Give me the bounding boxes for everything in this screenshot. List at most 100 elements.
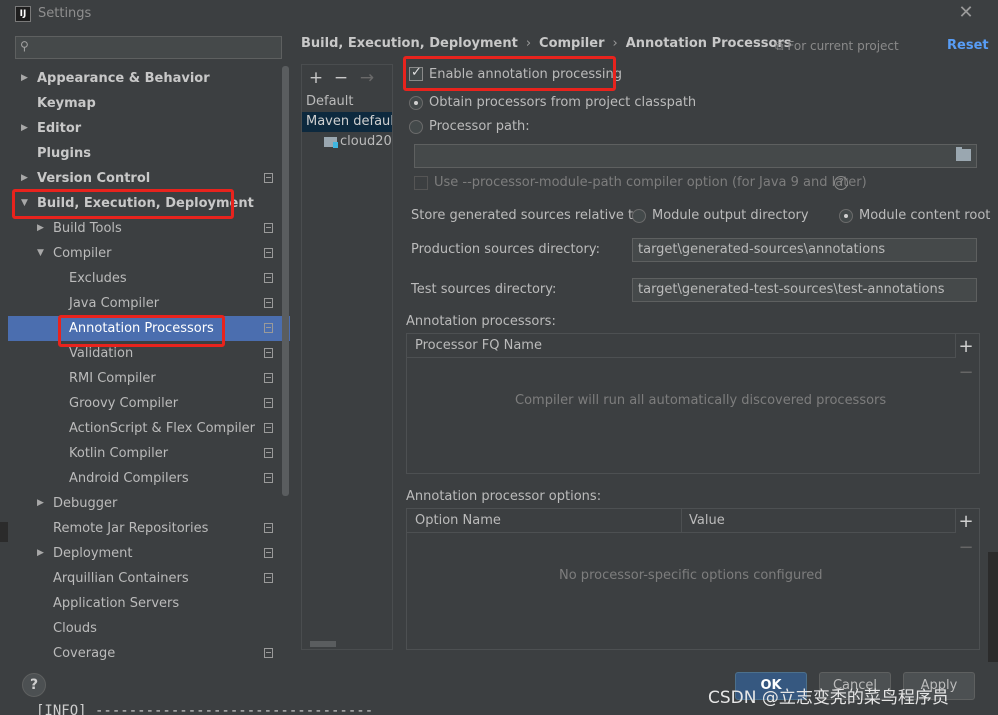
tree-item[interactable]: ▶ Deployment xyxy=(8,541,290,566)
obtain-from-classpath-radio[interactable] xyxy=(409,96,423,110)
profile-module-item[interactable]: cloud202 xyxy=(302,132,392,152)
reset-link[interactable]: Reset xyxy=(947,38,989,53)
project-settings-icon xyxy=(264,423,273,433)
help-icon[interactable]: ? xyxy=(834,176,848,190)
module-content-root-radio[interactable] xyxy=(839,209,853,223)
project-settings-icon xyxy=(264,373,273,383)
remove-profile-button[interactable]: − xyxy=(330,67,352,89)
browse-folder-icon[interactable] xyxy=(956,147,971,161)
module-output-radio[interactable] xyxy=(632,209,646,223)
tree-item-label: Excludes xyxy=(69,271,127,286)
profile-maven-default[interactable]: Maven default xyxy=(302,112,392,132)
tree-scrollbar[interactable] xyxy=(282,66,289,496)
background-editor-edge xyxy=(0,522,8,542)
tree-item-label: Kotlin Compiler xyxy=(69,446,169,461)
expanded-arrow-icon[interactable]: ▼ xyxy=(37,241,44,266)
test-sources-field[interactable]: target\generated-test-sources\test-annot… xyxy=(632,278,977,302)
tree-item[interactable]: ▼ Compiler xyxy=(8,241,290,266)
help-button[interactable]: ? xyxy=(22,673,46,697)
tree-item-label: Plugins xyxy=(37,146,91,161)
tree-item[interactable]: Keymap xyxy=(8,91,290,116)
processor-module-path-label: Use --processor-module-path compiler opt… xyxy=(434,175,867,190)
add-option-button[interactable]: + xyxy=(957,513,975,531)
collapsed-arrow-icon[interactable]: ▶ xyxy=(37,216,44,241)
close-icon[interactable]: ✕ xyxy=(955,2,977,24)
tree-item[interactable]: ▶ Editor xyxy=(8,116,290,141)
tree-item[interactable]: Java Compiler xyxy=(8,291,290,316)
project-settings-icon xyxy=(264,473,273,483)
tree-item[interactable]: RMI Compiler xyxy=(8,366,290,391)
tree-item-label: Version Control xyxy=(37,171,151,186)
project-settings-icon xyxy=(264,648,273,658)
processor-fq-name-header[interactable]: Processor FQ Name xyxy=(407,334,955,358)
intellij-icon: IJ xyxy=(15,6,31,22)
tree-item[interactable]: Kotlin Compiler xyxy=(8,441,290,466)
tree-item-label: Java Compiler xyxy=(69,296,160,311)
tree-item[interactable]: Remote Jar Repositories xyxy=(8,516,290,541)
profiles-panel: + − → Default Maven default cloud202 xyxy=(301,64,393,650)
move-module-button[interactable]: → xyxy=(356,67,378,89)
remove-option-button[interactable]: − xyxy=(957,539,975,557)
annotation-processors-table[interactable]: Processor FQ Name Compiler will run all … xyxy=(406,333,980,474)
test-sources-label: Test sources directory: xyxy=(411,282,557,297)
tree-item[interactable]: Arquillian Containers xyxy=(8,566,290,591)
background-editor-edge xyxy=(988,552,998,662)
project-settings-icon xyxy=(264,548,273,558)
tree-item-label: Debugger xyxy=(53,496,118,511)
collapsed-arrow-icon[interactable]: ▶ xyxy=(37,541,44,566)
module-name: cloud202 xyxy=(340,134,392,149)
option-value-header[interactable]: Value xyxy=(681,509,955,533)
tree-item[interactable]: ▶ Debugger xyxy=(8,491,290,516)
tree-item-label: Compiler xyxy=(53,246,112,261)
tree-item[interactable]: Groovy Compiler xyxy=(8,391,290,416)
project-settings-icon xyxy=(264,523,273,533)
breadcrumb-separator: › xyxy=(612,36,618,51)
tree-item-label: Clouds xyxy=(53,621,97,636)
tree-item[interactable]: ActionScript & Flex Compiler xyxy=(8,416,290,441)
breadcrumb: Build, Execution, Deployment › Compiler › An… xyxy=(301,36,792,54)
project-settings-icon xyxy=(264,298,273,308)
remove-processor-button[interactable]: − xyxy=(957,364,975,382)
highlight-annotation-processors xyxy=(58,315,225,347)
profile-default[interactable]: Default xyxy=(302,92,392,112)
add-processor-button[interactable]: + xyxy=(957,338,975,356)
module-folder-icon xyxy=(324,137,338,148)
tree-item[interactable]: Plugins xyxy=(8,141,290,166)
processor-path-radio[interactable] xyxy=(409,120,423,134)
tree-item-label: RMI Compiler xyxy=(69,371,156,386)
tree-item[interactable]: Coverage xyxy=(8,641,290,666)
option-name-header[interactable]: Option Name xyxy=(407,509,681,533)
settings-search-box[interactable]: ⚲ xyxy=(15,36,282,59)
project-settings-icon xyxy=(264,448,273,458)
tree-item-label: Build Tools xyxy=(53,221,122,236)
collapsed-arrow-icon[interactable]: ▶ xyxy=(21,166,28,191)
search-icon: ⚲ xyxy=(20,39,29,53)
add-profile-button[interactable]: + xyxy=(305,67,327,89)
tree-item-label: Remote Jar Repositories xyxy=(53,521,209,536)
collapsed-arrow-icon[interactable]: ▶ xyxy=(37,491,44,516)
collapsed-arrow-icon[interactable]: ▶ xyxy=(21,66,28,91)
profiles-toolbar: + − → xyxy=(302,65,392,91)
csdn-watermark: CSDN @立志变秃的菜鸟程序员 xyxy=(708,688,949,708)
tree-item[interactable]: ▶ Version Control xyxy=(8,166,290,191)
processor-module-path-checkbox[interactable] xyxy=(414,176,428,190)
tree-item[interactable]: ▶ Appearance & Behavior xyxy=(8,66,290,91)
processor-options-table[interactable]: Option Name Value No processor-specific … xyxy=(406,508,980,650)
project-settings-icon xyxy=(264,573,273,583)
collapsed-arrow-icon[interactable]: ▶ xyxy=(21,116,28,141)
tree-item[interactable]: Clouds xyxy=(8,616,290,641)
project-scope-icon: ⧉ xyxy=(775,39,784,53)
tree-item[interactable]: ▶ Build Tools xyxy=(8,216,290,241)
processor-path-field[interactable] xyxy=(414,144,977,168)
highlight-build-execution xyxy=(12,189,234,219)
tree-item[interactable]: Application Servers xyxy=(8,591,290,616)
options-empty-text: No processor-specific options configured xyxy=(559,568,823,583)
breadcrumb-annotation-processors: Annotation Processors xyxy=(625,36,792,51)
search-input[interactable] xyxy=(38,39,278,56)
production-sources-field[interactable]: target\generated-sources\annotations xyxy=(632,238,977,262)
for-current-project-note: ⧉ For current project xyxy=(775,39,899,54)
tree-item[interactable]: Excludes xyxy=(8,266,290,291)
tree-item-label: ActionScript & Flex Compiler xyxy=(69,421,256,436)
profiles-scrollbar[interactable] xyxy=(310,641,336,647)
tree-item[interactable]: Android Compilers xyxy=(8,466,290,491)
